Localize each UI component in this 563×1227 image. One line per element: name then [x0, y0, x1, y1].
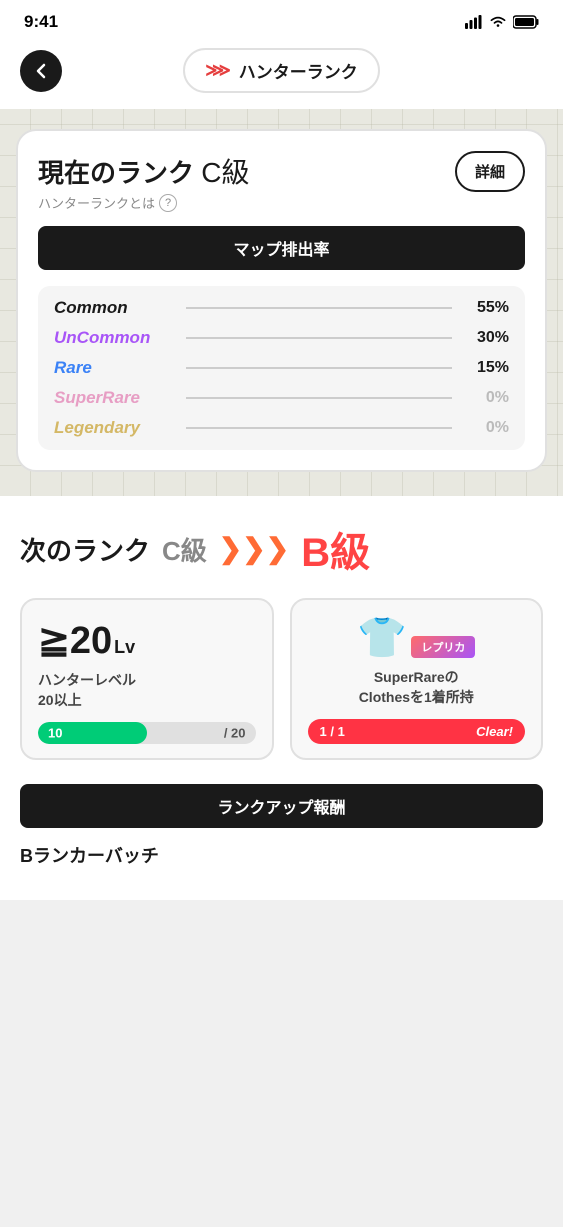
progress-bar: 10 / 20: [38, 722, 256, 744]
rarity-pct-rare: 15%: [464, 359, 509, 377]
rarity-name-rare: Rare: [54, 358, 174, 378]
detail-button[interactable]: 詳細: [455, 151, 525, 192]
rarity-row: UnCommon 30%: [54, 328, 509, 348]
rank-label: 現在のランク: [38, 158, 194, 188]
rarity-line: [186, 367, 452, 369]
rarity-row: Rare 15%: [54, 358, 509, 378]
header-title-pill: ⋙ ハンターランク: [183, 48, 380, 93]
map-rate-label: マップ排出率: [38, 226, 525, 270]
clear-bar: 1 / 1 Clear!: [308, 719, 526, 744]
rank-title-block: 現在のランク C級 ハンターランクとは ?: [38, 151, 249, 212]
progress-max: / 20: [224, 726, 246, 741]
map-background: 現在のランク C級 ハンターランクとは ? 詳細 マップ排出率 Common 5…: [0, 109, 563, 496]
rank-icon: ⋙: [205, 60, 231, 81]
replica-badge: レプリカ: [411, 636, 475, 658]
rarity-row: Legendary 0%: [54, 418, 509, 438]
wifi-icon: [489, 15, 507, 29]
rarity-name-common: Common: [54, 298, 174, 318]
next-rank-label: 次のランク: [20, 531, 150, 568]
item-desc: SuperRareのClothesを1着所持: [359, 668, 474, 707]
rarity-pct-superrare: 0%: [464, 389, 509, 407]
battery-icon: [513, 15, 539, 29]
rank-card: 現在のランク C級 ハンターランクとは ? 詳細 マップ排出率 Common 5…: [16, 129, 547, 472]
status-icons: [465, 15, 539, 29]
rarity-line: [186, 427, 452, 429]
clear-label: Clear!: [476, 724, 513, 739]
item-icon-wrap: 👕 レプリカ: [357, 618, 475, 660]
rarity-name-superrare: SuperRare: [54, 388, 174, 408]
rarity-name-uncommon: UnCommon: [54, 328, 174, 348]
level-desc: ハンターレベル20以上: [38, 671, 256, 710]
header-title: ハンターランク: [239, 58, 358, 83]
question-button[interactable]: ?: [159, 194, 177, 212]
next-rank-from: C級: [162, 531, 207, 568]
level-icon: ≧20: [38, 618, 112, 663]
header: ⋙ ハンターランク: [0, 40, 563, 109]
clear-count: 1 / 1: [320, 724, 345, 739]
reward-item: Bランカーバッチ: [20, 842, 543, 868]
condition-cards: ≧20 Lv ハンターレベル20以上 10 / 20 👕 レプリカ SuperR…: [20, 598, 543, 760]
rarity-pct-legendary: 0%: [464, 419, 509, 437]
reward-label: ランクアップ報酬: [20, 784, 543, 828]
arrow-icon-1: ❯: [219, 535, 242, 563]
status-bar: 9:41: [0, 0, 563, 40]
rarity-line: [186, 337, 452, 339]
rank-grade: C級: [201, 157, 249, 188]
level-display: ≧20 Lv: [38, 618, 256, 663]
reward-section: ランクアップ報酬 Bランカーバッチ: [20, 784, 543, 868]
rarity-line: [186, 307, 452, 309]
next-rank-header: 次のランク C級 ❯ ❯ ❯ B級: [20, 520, 543, 578]
arrows: ❯ ❯ ❯: [219, 535, 289, 563]
rank-subtitle-text: ハンターランクとは: [38, 193, 155, 212]
rank-card-header: 現在のランク C級 ハンターランクとは ? 詳細: [38, 151, 525, 212]
progress-current: 10: [48, 726, 62, 741]
back-arrow-icon: [31, 61, 51, 81]
shirt-icon: 👕: [357, 616, 407, 660]
rarity-row: SuperRare 0%: [54, 388, 509, 408]
rarity-pct-common: 55%: [464, 299, 509, 317]
arrow-icon-3: ❯: [266, 535, 289, 563]
rank-title: 現在のランク C級: [38, 151, 249, 191]
rarity-row: Common 55%: [54, 298, 509, 318]
next-rank-to: B級: [301, 520, 370, 578]
rank-subtitle: ハンターランクとは ?: [38, 193, 249, 212]
back-button[interactable]: [20, 50, 62, 92]
status-time: 9:41: [24, 12, 58, 32]
rarity-line: [186, 397, 452, 399]
arrow-icon-2: ❯: [242, 535, 265, 563]
level-condition-card: ≧20 Lv ハンターレベル20以上 10 / 20: [20, 598, 274, 760]
signal-icon: [465, 15, 483, 29]
rarity-pct-uncommon: 30%: [464, 329, 509, 347]
lv-suffix: Lv: [114, 637, 135, 658]
next-rank-section: 次のランク C級 ❯ ❯ ❯ B級 ≧20 Lv ハンターレベル20以上 10 …: [0, 496, 563, 900]
item-condition-card: 👕 レプリカ SuperRareのClothesを1着所持 1 / 1 Clea…: [290, 598, 544, 760]
rarity-list: Common 55% UnCommon 30% Rare 15% SuperRa…: [38, 286, 525, 450]
rarity-name-legendary: Legendary: [54, 418, 174, 438]
